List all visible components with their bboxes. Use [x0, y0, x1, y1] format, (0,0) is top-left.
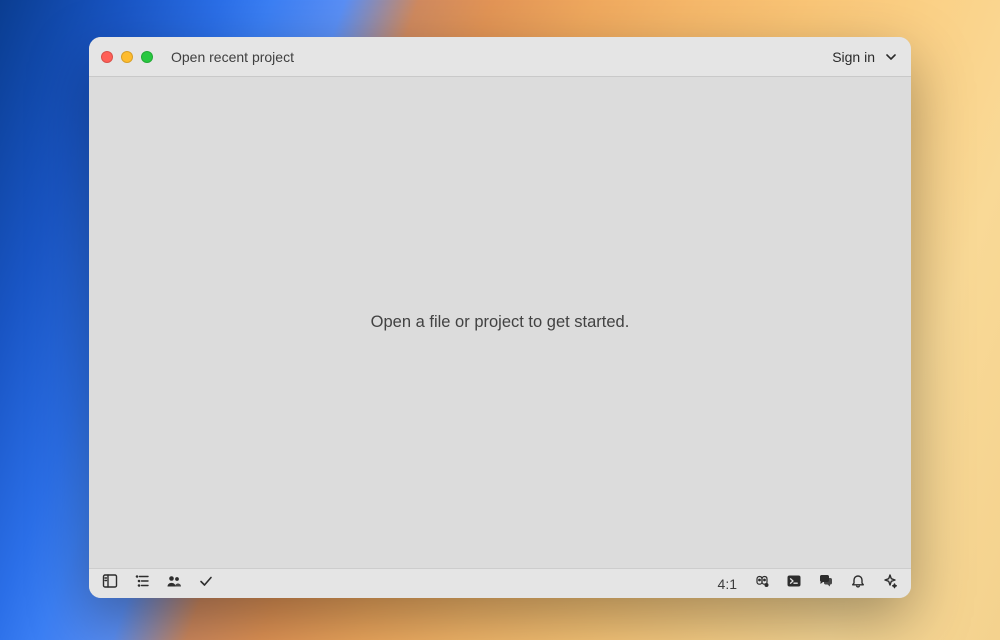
- chevron-down-icon: [885, 51, 897, 63]
- close-window-button[interactable]: [101, 51, 113, 63]
- status-right-group: [753, 575, 899, 593]
- sparkle-icon: [882, 573, 898, 594]
- collab-panel-button[interactable]: [165, 575, 183, 593]
- bell-icon: [850, 573, 866, 594]
- terminal-icon: [786, 573, 802, 594]
- project-panel-icon: [102, 573, 118, 594]
- project-panel-button[interactable]: [101, 575, 119, 593]
- cursor-position[interactable]: 4:1: [714, 576, 741, 592]
- diagnostics-button[interactable]: [197, 575, 215, 593]
- minimize-window-button[interactable]: [121, 51, 133, 63]
- status-left-group: [101, 575, 215, 593]
- desktop-background: Open recent project Sign in Open a file …: [0, 0, 1000, 640]
- diagnostics-check-icon: [198, 573, 214, 594]
- editor-window: Open recent project Sign in Open a file …: [89, 37, 911, 598]
- maximize-window-button[interactable]: [141, 51, 153, 63]
- empty-state-message: Open a file or project to get started.: [371, 313, 630, 332]
- sign-in-button[interactable]: Sign in: [830, 45, 899, 69]
- status-bar: 4:1: [89, 568, 911, 598]
- chat-panel-button[interactable]: [817, 575, 835, 593]
- recent-projects-button[interactable]: Open recent project: [171, 49, 294, 65]
- copilot-button[interactable]: [753, 575, 771, 593]
- sign-in-label: Sign in: [832, 49, 875, 65]
- window-titlebar: Open recent project Sign in: [89, 37, 911, 77]
- assistant-button[interactable]: [881, 575, 899, 593]
- chat-icon: [818, 573, 834, 594]
- collab-panel-icon: [166, 573, 182, 594]
- outline-panel-icon: [134, 573, 150, 594]
- copilot-icon: [754, 573, 770, 594]
- window-controls: [101, 51, 153, 63]
- outline-panel-button[interactable]: [133, 575, 151, 593]
- notifications-button[interactable]: [849, 575, 867, 593]
- terminal-button[interactable]: [785, 575, 803, 593]
- editor-area: Open a file or project to get started.: [89, 77, 911, 568]
